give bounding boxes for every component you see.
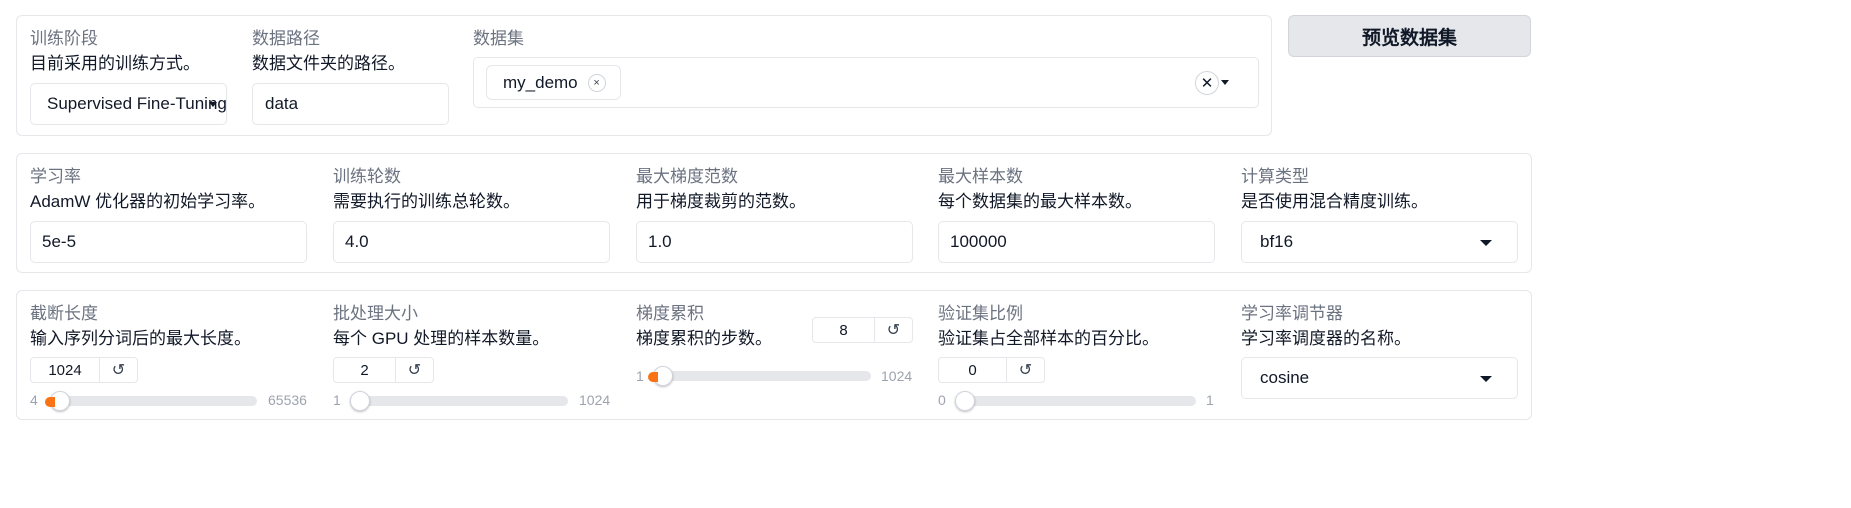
lr-scheduler-field: 学习率调节器 学习率调度器的名称。 <box>1241 303 1411 350</box>
val-size-max: 1 <box>1206 392 1214 408</box>
compute-type-field: 计算类型 是否使用混合精度训练。 <box>1241 166 1428 213</box>
sliders-panel: 截断长度 输入序列分词后的最大长度。 1024 ↺ 4 65536 批处理大小 … <box>16 290 1532 420</box>
dataset-field: 数据集 <box>473 28 524 50</box>
learning-rate-input[interactable]: 5e-5 <box>30 221 307 263</box>
val-size-slider[interactable] <box>955 391 1196 411</box>
compute-type-label: 计算类型 <box>1241 167 1309 186</box>
data-path-field: 数据路径 数据文件夹的路径。 <box>252 28 405 75</box>
batch-size-value: 2 <box>360 361 369 379</box>
learning-rate-value: 5e-5 <box>42 232 77 251</box>
epochs-field: 训练轮数 需要执行的训练总轮数。 <box>333 166 520 213</box>
epochs-input[interactable]: 4.0 <box>333 221 610 263</box>
max-samples-field: 最大样本数 每个数据集的最大样本数。 <box>938 166 1142 213</box>
grad-accum-desc: 梯度累积的步数。 <box>636 329 772 348</box>
data-path-input[interactable]: data <box>252 83 449 125</box>
compute-type-value: bf16 <box>1260 232 1294 251</box>
batch-size-max: 1024 <box>579 392 611 408</box>
max-grad-norm-value: 1.0 <box>648 232 672 251</box>
dataset-chip-label: my_demo <box>503 72 578 92</box>
chip-remove-icon[interactable]: × <box>587 73 606 92</box>
max-grad-norm-desc: 用于梯度裁剪的范数。 <box>636 192 806 211</box>
data-path-desc: 数据文件夹的路径。 <box>252 54 405 73</box>
training-stage-value: Supervised Fine-Tuning <box>47 94 227 113</box>
max-samples-desc: 每个数据集的最大样本数。 <box>938 192 1142 211</box>
clear-all-icon[interactable]: ✕ <box>1195 71 1219 95</box>
learning-rate-field: 学习率 AdamW 优化器的初始学习率。 <box>30 166 265 213</box>
batch-size-desc: 每个 GPU 处理的样本数量。 <box>333 329 550 348</box>
caret-down-icon <box>1480 240 1492 246</box>
max-samples-label: 最大样本数 <box>938 167 1023 186</box>
batch-size-field: 批处理大小 每个 GPU 处理的样本数量。 <box>333 303 549 350</box>
grad-accum-value: 8 <box>839 321 848 339</box>
compute-type-desc: 是否使用混合精度训练。 <box>1241 192 1428 211</box>
learning-rate-desc: AdamW 优化器的初始学习率。 <box>30 192 266 211</box>
max-grad-norm-input[interactable]: 1.0 <box>636 221 913 263</box>
lr-scheduler-desc: 学习率调度器的名称。 <box>1241 329 1411 348</box>
lr-scheduler-value: cosine <box>1260 368 1310 387</box>
dataset-chip: my_demo × <box>486 65 621 100</box>
cutoff-len-value: 1024 <box>48 361 82 379</box>
data-path-value: data <box>265 94 299 113</box>
grad-accum-field: 梯度累积 梯度累积的步数。 <box>636 303 772 350</box>
val-size-label: 验证集比例 <box>938 304 1023 323</box>
reset-icon[interactable]: ↺ <box>874 318 912 342</box>
max-samples-value: 100000 <box>950 232 1007 251</box>
training-stage-field: 训练阶段 目前采用的训练方式。 <box>30 28 200 75</box>
cutoff-len-field: 截断长度 输入序列分词后的最大长度。 <box>30 303 251 350</box>
slider-thumb[interactable] <box>45 391 70 411</box>
max-grad-norm-label: 最大梯度范数 <box>636 167 738 186</box>
hyperparams-panel: 学习率 AdamW 优化器的初始学习率。 5e-5 训练轮数 需要执行的训练总轮… <box>16 153 1532 273</box>
training-stage-label: 训练阶段 <box>30 29 98 48</box>
max-samples-input[interactable]: 100000 <box>938 221 1215 263</box>
dataset-label: 数据集 <box>473 29 524 48</box>
cutoff-len-max: 65536 <box>268 392 307 408</box>
learning-rate-label: 学习率 <box>30 167 81 186</box>
val-size-field: 验证集比例 验证集占全部样本的百分比。 <box>938 303 1159 350</box>
lr-scheduler-label: 学习率调节器 <box>1241 304 1343 323</box>
caret-down-icon <box>1221 80 1229 85</box>
cutoff-len-label: 截断长度 <box>30 304 98 323</box>
grad-accum-min: 1 <box>636 368 644 384</box>
epochs-value: 4.0 <box>345 232 369 251</box>
reset-icon[interactable]: ↺ <box>99 358 137 382</box>
grad-accum-slider[interactable] <box>648 366 871 386</box>
training-stage-select[interactable]: Supervised Fine-Tuning <box>30 83 227 125</box>
grad-accum-number[interactable]: 8 ↺ <box>812 317 913 343</box>
cutoff-len-slider[interactable] <box>45 391 257 411</box>
epochs-label: 训练轮数 <box>333 167 401 186</box>
max-grad-norm-field: 最大梯度范数 用于梯度裁剪的范数。 <box>636 166 806 213</box>
caret-down-icon <box>1480 376 1492 382</box>
data-path-label: 数据路径 <box>252 29 320 48</box>
slider-thumb[interactable] <box>350 391 370 411</box>
grad-accum-max: 1024 <box>881 368 913 384</box>
slider-thumb[interactable] <box>955 391 975 411</box>
cutoff-len-min: 4 <box>30 392 38 408</box>
training-stage-desc: 目前采用的训练方式。 <box>30 54 200 73</box>
compute-type-select[interactable]: bf16 <box>1241 221 1518 263</box>
batch-size-number[interactable]: 2 ↺ <box>333 357 434 383</box>
reset-icon[interactable]: ↺ <box>395 358 433 382</box>
val-size-min: 0 <box>938 392 946 408</box>
val-size-number[interactable]: 0 ↺ <box>938 357 1045 383</box>
slider-thumb[interactable] <box>648 366 673 386</box>
reset-icon[interactable]: ↺ <box>1006 358 1044 382</box>
batch-size-label: 批处理大小 <box>333 304 418 323</box>
preview-dataset-button[interactable]: 预览数据集 <box>1288 15 1531 57</box>
batch-size-slider[interactable] <box>350 391 568 411</box>
epochs-desc: 需要执行的训练总轮数。 <box>333 192 520 211</box>
grad-accum-label: 梯度累积 <box>636 304 704 323</box>
lr-scheduler-select[interactable]: cosine <box>1241 357 1518 399</box>
dataset-panel: 训练阶段 目前采用的训练方式。 Supervised Fine-Tuning 数… <box>16 15 1272 136</box>
caret-down-icon <box>209 102 217 107</box>
dataset-multiselect[interactable]: my_demo × ✕ <box>473 57 1259 108</box>
val-size-desc: 验证集占全部样本的百分比。 <box>938 329 1159 348</box>
cutoff-len-desc: 输入序列分词后的最大长度。 <box>30 329 251 348</box>
batch-size-min: 1 <box>333 392 341 408</box>
val-size-value: 0 <box>968 361 977 379</box>
cutoff-len-number[interactable]: 1024 ↺ <box>30 357 138 383</box>
